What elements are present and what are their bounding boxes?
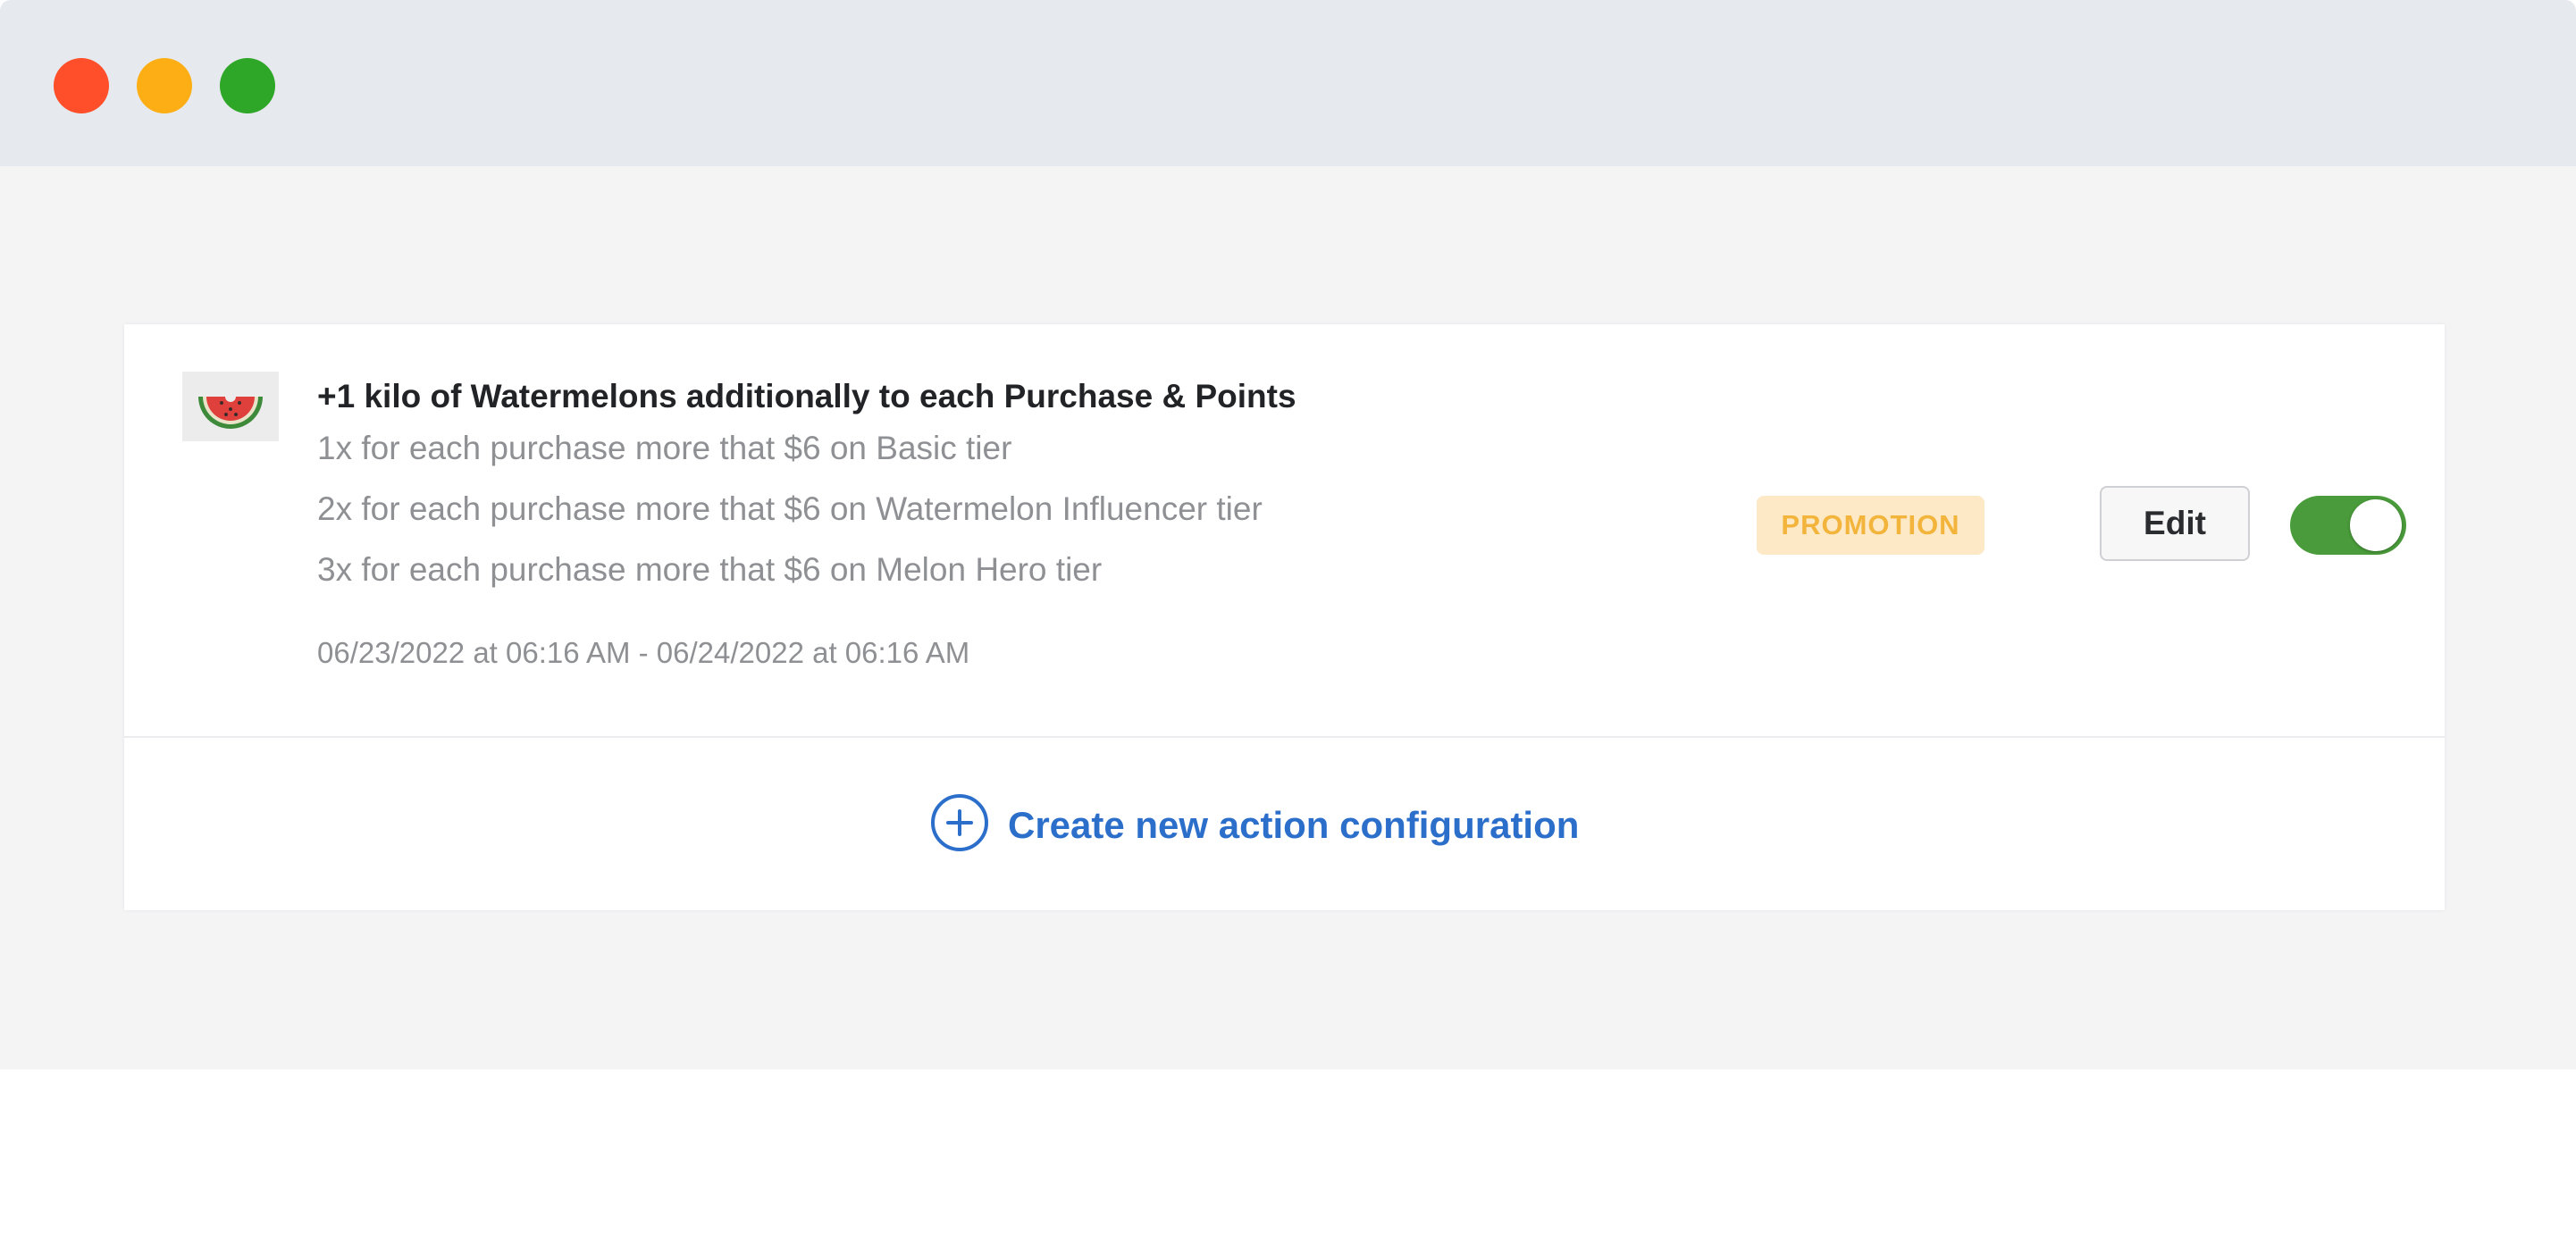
action-title: +1 kilo of Watermelons additionally to e… bbox=[317, 378, 1296, 414]
maximize-window-button[interactable] bbox=[220, 58, 275, 113]
window-titlebar bbox=[0, 0, 2576, 166]
action-configuration-row: +1 kilo of Watermelons additionally to e… bbox=[124, 324, 2445, 738]
promotion-badge: PROMOTION bbox=[1757, 496, 1984, 555]
enabled-toggle[interactable] bbox=[2290, 496, 2406, 555]
tier-rule-basic: 1x for each purchase more that $6 on Bas… bbox=[317, 430, 1012, 466]
close-window-button[interactable] bbox=[54, 58, 109, 113]
tier-rule-influencer: 2x for each purchase more that $6 on Wat… bbox=[317, 490, 1263, 527]
edit-button[interactable]: Edit bbox=[2100, 486, 2250, 561]
create-action-link[interactable]: Create new action configuration bbox=[124, 736, 2445, 910]
minimize-window-button[interactable] bbox=[137, 58, 192, 113]
watermelon-slice-icon bbox=[182, 372, 279, 441]
tier-rule-hero: 3x for each purchase more that $6 on Mel… bbox=[317, 551, 1103, 588]
action-configuration-card: +1 kilo of Watermelons additionally to e… bbox=[124, 324, 2445, 910]
date-range: 06/23/2022 at 06:16 AM - 06/24/2022 at 0… bbox=[317, 636, 970, 669]
create-action-label: Create new action configuration bbox=[1008, 804, 1580, 846]
plus-circle-icon bbox=[931, 794, 988, 851]
app-window: +1 kilo of Watermelons additionally to e… bbox=[0, 0, 2576, 1069]
toggle-knob bbox=[2350, 499, 2402, 551]
